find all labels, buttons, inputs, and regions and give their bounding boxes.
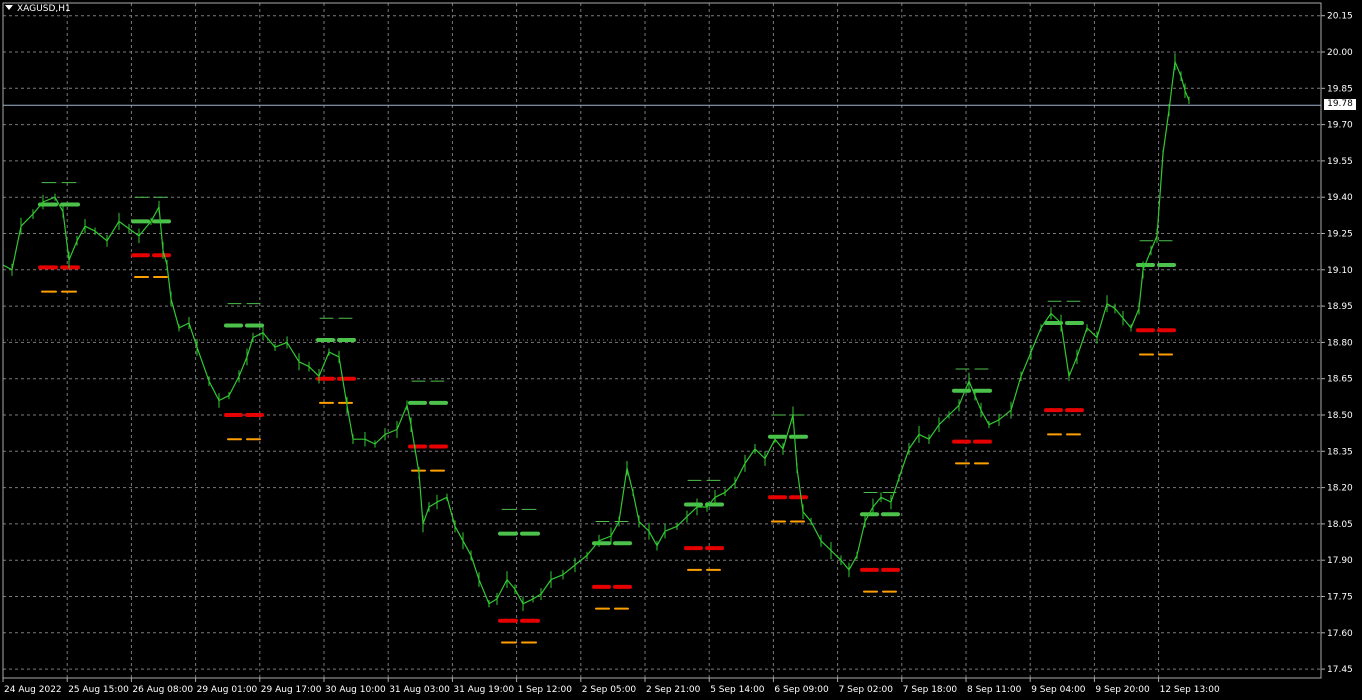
x-tick-label: 6 Sep 09:00 <box>774 685 829 695</box>
y-tick-label: 20.15 <box>1327 12 1353 22</box>
y-tick-label: 18.80 <box>1327 338 1353 348</box>
y-tick-label: 19.40 <box>1327 193 1353 203</box>
y-tick-label: 18.20 <box>1327 484 1353 494</box>
x-tick-label: 1 Sep 12:00 <box>518 685 573 695</box>
y-tick-label: 20.00 <box>1327 48 1353 58</box>
y-tick-label: 19.70 <box>1327 121 1353 131</box>
y-tick-label: 19.55 <box>1327 157 1353 167</box>
x-tick-label: 8 Sep 11:00 <box>967 685 1022 695</box>
x-tick-label: 26 Aug 08:00 <box>132 685 193 695</box>
x-tick-label: 31 Aug 03:00 <box>389 685 450 695</box>
y-tick-label: 18.95 <box>1327 302 1353 312</box>
x-tick-label: 12 Sep 13:00 <box>1160 685 1220 695</box>
y-tick-label: 17.90 <box>1327 556 1353 566</box>
y-tick-label: 19.85 <box>1327 84 1353 94</box>
dropdown-triangle-icon[interactable] <box>5 5 13 10</box>
x-tick-label: 29 Aug 01:00 <box>197 685 258 695</box>
y-tick-label: 18.50 <box>1327 411 1353 421</box>
x-tick-label: 31 Aug 19:00 <box>453 685 514 695</box>
symbol-label: XAGUSD,H1 <box>17 4 71 14</box>
x-tick-label: 9 Sep 20:00 <box>1095 685 1150 695</box>
x-tick-label: 25 Aug 15:00 <box>68 685 129 695</box>
price-chart[interactable]: 20.15 20.00 19.85 19.70 19.55 19.40 19.25 19.10… <box>0 0 1362 700</box>
y-tick-label: 19.10 <box>1327 266 1353 276</box>
x-tick-label: 2 Sep 05:00 <box>582 685 637 695</box>
y-tick-label: 18.05 <box>1327 520 1353 530</box>
x-tick-label: 5 Sep 14:00 <box>710 685 765 695</box>
x-tick-label: 9 Sep 04:00 <box>1031 685 1086 695</box>
current-price-label: 19.78 <box>1324 99 1356 110</box>
x-tick-label: 24 Aug 2022 <box>4 685 62 695</box>
x-tick-label: 2 Sep 21:00 <box>646 685 701 695</box>
x-tick-label: 29 Aug 17:00 <box>261 685 322 695</box>
y-tick-label: 18.35 <box>1327 447 1353 457</box>
symbol-title[interactable]: XAGUSD,H1 <box>5 4 71 14</box>
y-tick-label: 17.60 <box>1327 629 1353 639</box>
x-tick-label: 7 Sep 18:00 <box>903 685 958 695</box>
y-tick-label: 17.45 <box>1327 665 1353 675</box>
y-tick-label: 18.65 <box>1327 375 1353 385</box>
y-tick-label: 19.25 <box>1327 230 1353 240</box>
y-tick-label: 17.75 <box>1327 593 1353 603</box>
x-tick-label: 7 Sep 02:00 <box>839 685 894 695</box>
x-tick-label: 30 Aug 10:00 <box>325 685 386 695</box>
